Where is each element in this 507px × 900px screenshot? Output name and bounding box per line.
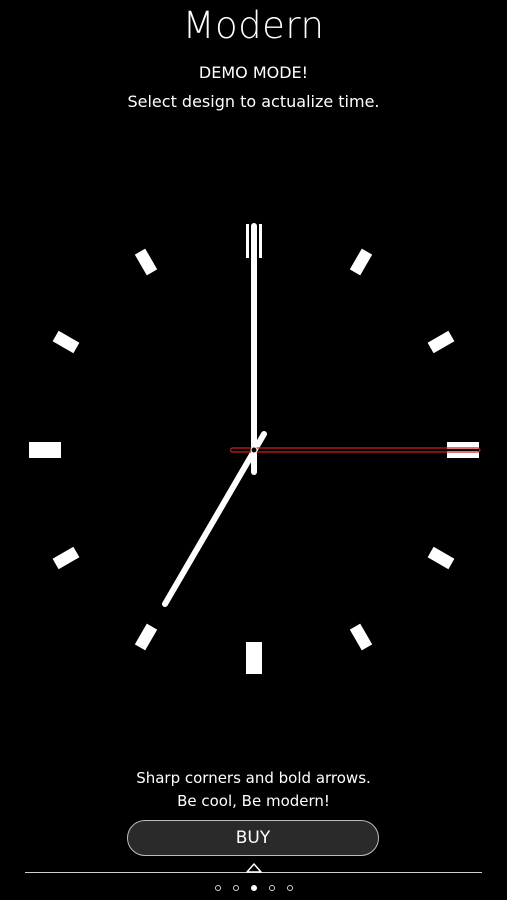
hour-marker-6 bbox=[246, 642, 262, 674]
hour-hand bbox=[162, 431, 267, 607]
design-description-line2: Be cool, Be modern! bbox=[177, 792, 330, 810]
center-pin bbox=[250, 446, 258, 454]
page-dot-2[interactable] bbox=[232, 885, 239, 891]
hour-marker-4 bbox=[427, 546, 455, 570]
second-hand bbox=[229, 447, 481, 453]
hour-marker-8 bbox=[52, 546, 80, 570]
page-indicator bbox=[0, 885, 507, 891]
hour-marker-1 bbox=[349, 248, 373, 276]
hour-marker-3-gap bbox=[447, 449, 479, 451]
page-dot-4[interactable] bbox=[268, 885, 275, 891]
buy-button[interactable]: BUY bbox=[127, 820, 379, 856]
hour-marker-12 bbox=[246, 224, 249, 258]
page-dot-1[interactable] bbox=[214, 885, 221, 891]
hour-marker-11 bbox=[134, 248, 158, 276]
hour-marker-10 bbox=[52, 330, 80, 354]
page-dot-5[interactable] bbox=[286, 885, 293, 891]
clock-face[interactable] bbox=[0, 0, 507, 900]
design-description-line1: Sharp corners and bold arrows. bbox=[136, 769, 371, 787]
hour-marker-2 bbox=[427, 330, 455, 354]
hour-marker-7 bbox=[134, 623, 158, 651]
page-dot-3[interactable] bbox=[250, 885, 257, 891]
chevron-up-icon[interactable] bbox=[246, 862, 262, 873]
hour-markers bbox=[29, 224, 455, 674]
hour-marker-9 bbox=[29, 442, 61, 458]
hour-marker-5 bbox=[349, 623, 373, 651]
hour-marker-12b bbox=[259, 224, 262, 258]
